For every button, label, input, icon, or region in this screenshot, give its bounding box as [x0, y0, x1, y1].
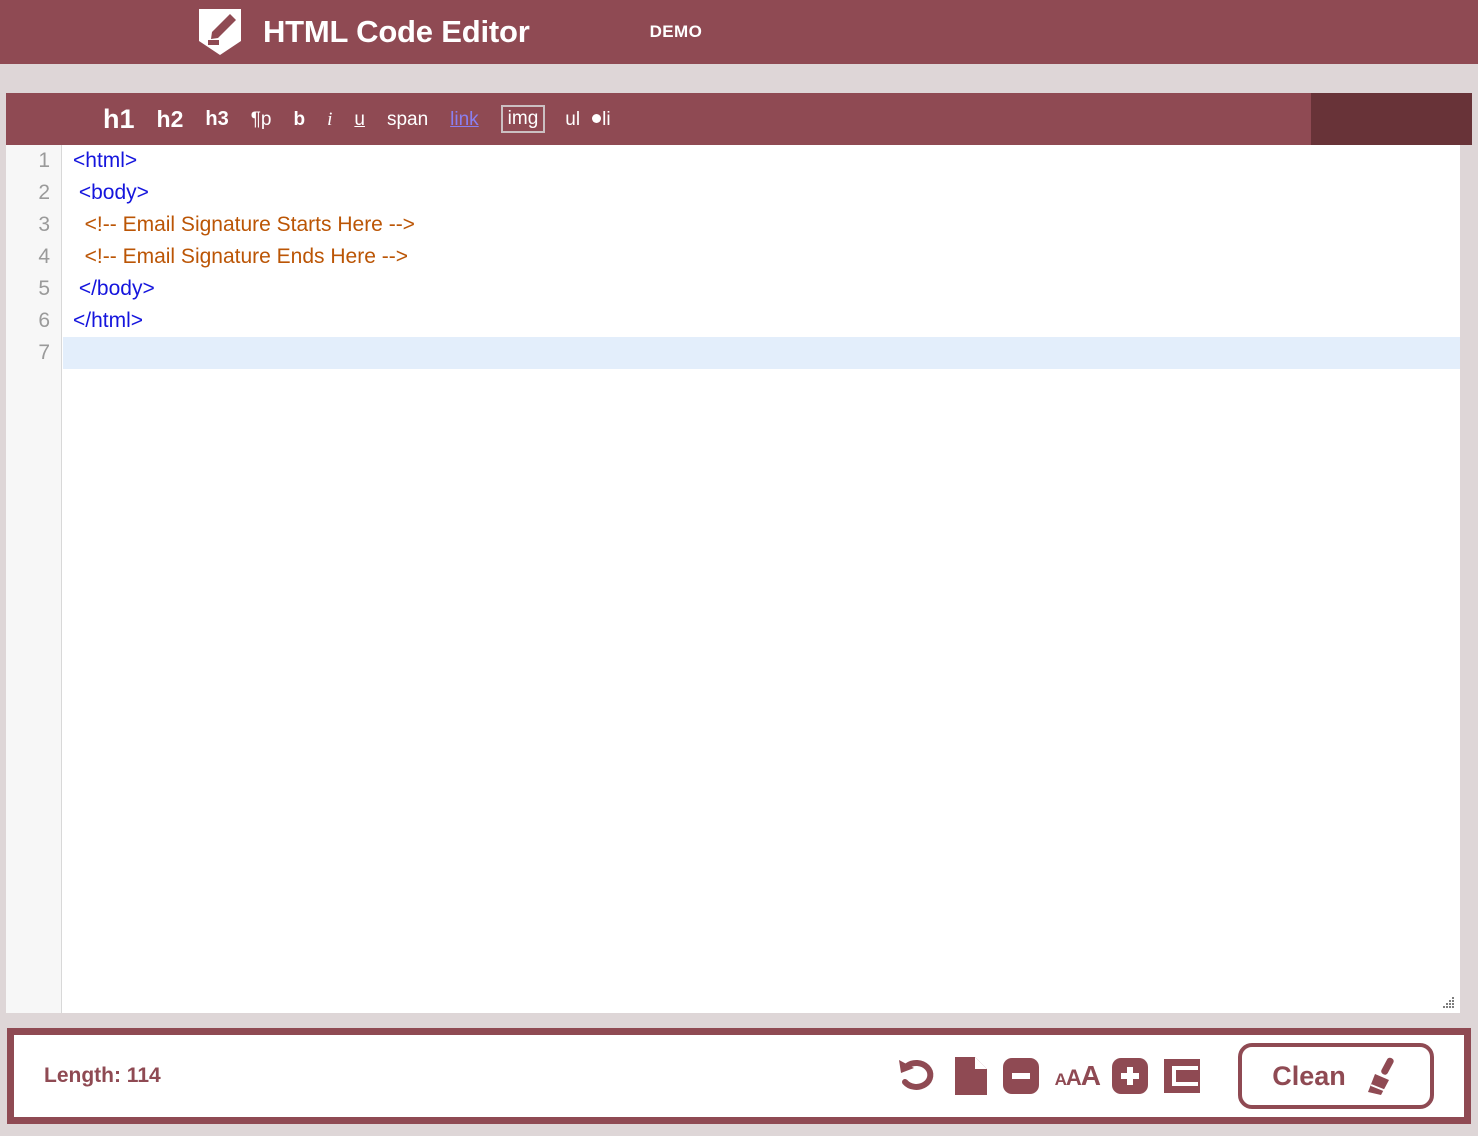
font-size-label: A A A [1054, 1060, 1101, 1092]
fullscreen-icon [1164, 1059, 1200, 1093]
fullscreen-button[interactable] [1162, 1057, 1202, 1095]
toolbar-bold[interactable]: b [293, 110, 305, 129]
plus-icon [1112, 1058, 1148, 1094]
undo-icon [898, 1059, 933, 1090]
toolbar-ul[interactable]: ul [565, 110, 580, 129]
demo-badge: DEMO [649, 22, 703, 41]
editor-shell: h1 h2 h3 ¶p b i u span link img ul li 1 … [6, 93, 1472, 1013]
line-number: 7 [38, 341, 50, 364]
new-document-button[interactable] [953, 1055, 989, 1097]
page-title: HTML Code Editor [263, 14, 530, 49]
line-number: 2 [38, 181, 50, 204]
toolbar-h1[interactable]: h1 [103, 105, 135, 133]
toolbar-img[interactable]: img [500, 105, 546, 133]
font-size-a-medium: A [1065, 1065, 1082, 1090]
toolbar-underline[interactable]: u [354, 110, 365, 129]
code-line[interactable]: <!-- Email Signature Ends Here --> [63, 241, 1460, 273]
toolbar-span[interactable]: span [387, 110, 428, 129]
minus-icon [1002, 1058, 1039, 1094]
app-header: HTML Code Editor DEMO [0, 0, 1478, 64]
line-number: 6 [38, 309, 50, 332]
code-lines[interactable]: <html> <body> <!-- Email Signature Start… [63, 145, 1460, 1013]
broom-icon [1367, 1057, 1394, 1095]
font-size-a-small: A [1054, 1070, 1067, 1089]
length-label: Length: 114 [44, 1064, 161, 1087]
code-line[interactable]: </body> [63, 273, 1460, 305]
footer-tools: A A A Clean [895, 1043, 1444, 1109]
html-editor-shield-pencil-icon [199, 9, 241, 55]
font-increase-button[interactable] [1112, 1058, 1148, 1094]
code-line[interactable]: <html> [63, 145, 1460, 177]
code-line[interactable]: </html> [63, 305, 1460, 337]
line-number: 5 [38, 277, 50, 300]
toolbar-li[interactable]: li [592, 108, 611, 130]
clean-button-label: Clean [1272, 1060, 1346, 1091]
resize-grip-icon[interactable] [1440, 995, 1456, 1011]
line-number: 3 [38, 213, 50, 236]
toolbar-paragraph[interactable]: ¶p [251, 110, 272, 129]
code-line[interactable]: <!-- Email Signature Starts Here --> [63, 209, 1460, 241]
line-number: 1 [38, 149, 50, 172]
toolbar-h3[interactable]: h3 [205, 109, 228, 129]
code-line-active[interactable] [63, 337, 1460, 369]
font-size-a-large: A [1080, 1060, 1101, 1091]
code-line[interactable]: <body> [63, 177, 1460, 209]
new-document-icon [954, 1057, 987, 1095]
status-footer: Length: 114 A A A Clean [7, 1028, 1471, 1124]
code-editor-area[interactable]: 1 2 3 4 5 6 7 <html> <body> <!-- Email S… [6, 145, 1460, 1013]
toolbar-li-label: li [602, 108, 611, 130]
font-decrease-button[interactable] [1002, 1058, 1039, 1094]
line-number-gutter: 1 2 3 4 5 6 7 [6, 145, 62, 1013]
toolbar-right-panel [1311, 93, 1472, 145]
clean-button[interactable]: Clean [1238, 1043, 1434, 1109]
line-number: 4 [38, 245, 50, 268]
format-toolbar: h1 h2 h3 ¶p b i u span link img ul li [6, 93, 1472, 145]
toolbar-h2[interactable]: h2 [157, 107, 184, 131]
undo-button[interactable] [895, 1056, 939, 1096]
bullet-icon [592, 113, 602, 123]
toolbar-italic[interactable]: i [327, 110, 332, 129]
toolbar-items: h1 h2 h3 ¶p b i u span link img ul li [6, 93, 611, 145]
toolbar-link[interactable]: link [450, 110, 479, 129]
